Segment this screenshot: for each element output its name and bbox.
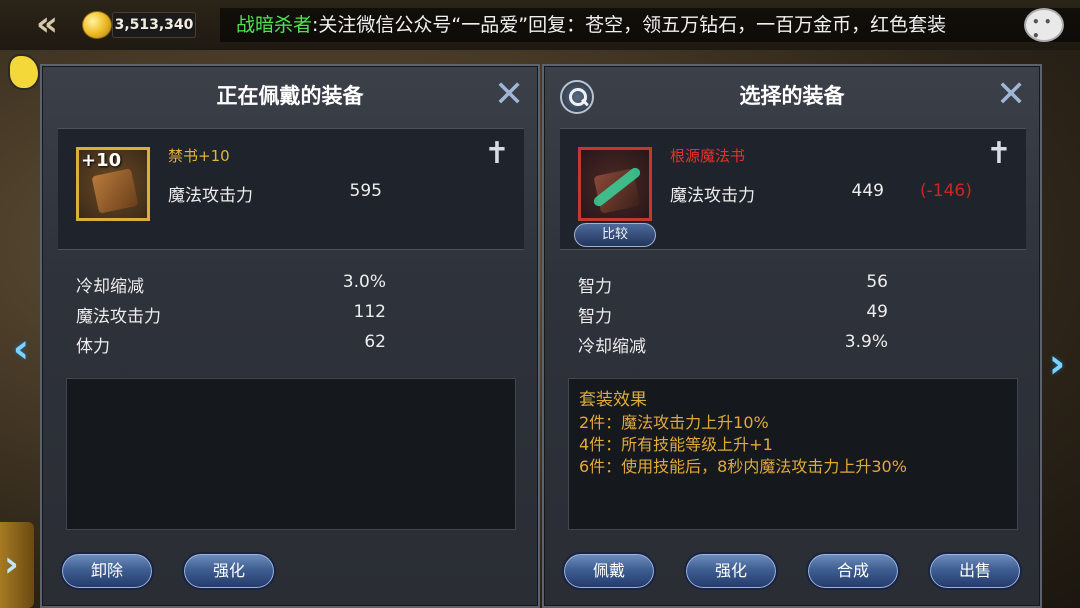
close-icon[interactable]: ✕	[996, 77, 1026, 113]
stat-label: 冷却缩减	[578, 337, 646, 357]
stat-row: 体力 62	[76, 332, 386, 360]
cross-icon: ✝	[986, 136, 1012, 171]
marquee-speaker: 战暗杀者	[236, 14, 313, 36]
announcement-marquee: 战暗杀者:关注微信公众号“一品爱”回复：苍空，领五万钻石，一百万金币，红色套装	[220, 8, 1080, 42]
spellbook-item-icon[interactable]: +10	[76, 147, 150, 221]
sub-stats-list: 智力 56 智力 49 冷却缩减 3.9%	[560, 266, 1026, 358]
set-effect-box: 套装效果 2件：魔法攻击力上升10% 4件：所有技能等级上升+1 6件：使用技能…	[568, 378, 1018, 530]
selected-gear-panel: 选择的装备 ✕ 比较 根源魔法书 魔法攻击力 449 (-146) ✝ 智力 5…	[542, 64, 1042, 608]
marquee-message: 关注微信公众号“一品爱”回复：苍空，领五万钻石，一百万金币，红色套装	[318, 14, 947, 36]
side-expand-tab[interactable]: ›	[0, 522, 34, 608]
stat-value: 56	[866, 272, 888, 292]
equip-button[interactable]: 佩戴	[562, 552, 656, 590]
top-bar: « 3,513,340 战暗杀者:关注微信公众号“一品爱”回复：苍空，领五万钻石…	[0, 0, 1080, 50]
compare-button[interactable]: 比较	[574, 223, 656, 247]
combine-button[interactable]: 合成	[806, 552, 900, 590]
stat-row: 魔法攻击力 112	[76, 302, 386, 330]
sell-button[interactable]: 出售	[928, 552, 1022, 590]
stat-value: 49	[866, 302, 888, 322]
chevron-left-icon[interactable]: ‹	[8, 325, 34, 373]
stat-label: 智力	[578, 307, 612, 327]
gold-coin-icon	[82, 11, 112, 39]
panel-title: 正在佩戴的装备	[216, 84, 364, 108]
set-effect-box	[66, 378, 516, 530]
main-stat-diff: (-146)	[920, 181, 972, 201]
stat-row: 冷却缩减 3.9%	[578, 332, 888, 360]
stat-value: 62	[364, 332, 386, 352]
back-arrow-icon[interactable]: «	[18, 6, 62, 44]
emote-icon[interactable]	[8, 54, 40, 90]
stat-value: 3.0%	[342, 272, 386, 292]
item-name: 禁书+10	[168, 147, 230, 165]
stat-label: 智力	[578, 277, 612, 297]
equipped-item-card: +10 禁书+10 魔法攻击力 595 ✝	[58, 128, 524, 250]
chevron-right-icon[interactable]: ›	[1044, 340, 1070, 388]
coin-count: 3,513,340	[112, 12, 196, 38]
panel-title: 选择的装备	[739, 84, 845, 108]
stat-label: 体力	[76, 337, 110, 357]
enhance-button[interactable]: 强化	[182, 552, 276, 590]
main-stat-label: 魔法攻击力	[168, 186, 253, 206]
cross-icon: ✝	[484, 136, 510, 171]
stat-label: 魔法攻击力	[76, 307, 161, 327]
selected-item-card: 比较 根源魔法书 魔法攻击力 449 (-146) ✝	[560, 128, 1026, 250]
main-stat-value: 595	[349, 181, 382, 201]
set-effect-line: 4件：所有技能等级上升+1	[579, 435, 773, 454]
stat-value: 112	[353, 302, 386, 322]
chevron-right-icon: ›	[4, 544, 19, 585]
set-effect-line: 2件：魔法攻击力上升10%	[579, 413, 769, 432]
stat-row: 智力 49	[578, 302, 888, 330]
item-name: 根源魔法书	[670, 147, 746, 165]
chat-bubble-icon[interactable]	[1024, 8, 1064, 43]
main-stat-label: 魔法攻击力	[670, 186, 755, 206]
spellbook-item-icon[interactable]	[578, 147, 652, 221]
stat-row: 智力 56	[578, 272, 888, 300]
sub-stats-list: 冷却缩减 3.0% 魔法攻击力 112 体力 62	[58, 266, 524, 358]
stat-label: 冷却缩减	[76, 277, 144, 297]
stat-value: 3.9%	[844, 332, 888, 352]
book-graphic	[91, 168, 139, 214]
enhance-level-badge: +10	[81, 150, 122, 171]
stat-row: 冷却缩减 3.0%	[76, 272, 386, 300]
equipped-gear-panel: 正在佩戴的装备 ✕ +10 禁书+10 魔法攻击力 595 ✝ 冷却缩减 3.0…	[40, 64, 540, 608]
main-stat-value: 449	[851, 181, 884, 201]
set-effect-line: 6件：使用技能后，8秒内魔法攻击力上升30%	[579, 457, 907, 476]
set-effect-title: 套装效果	[579, 390, 647, 410]
enhance-button[interactable]: 强化	[684, 552, 778, 590]
unequip-button[interactable]: 卸除	[60, 552, 154, 590]
close-icon[interactable]: ✕	[494, 77, 524, 113]
